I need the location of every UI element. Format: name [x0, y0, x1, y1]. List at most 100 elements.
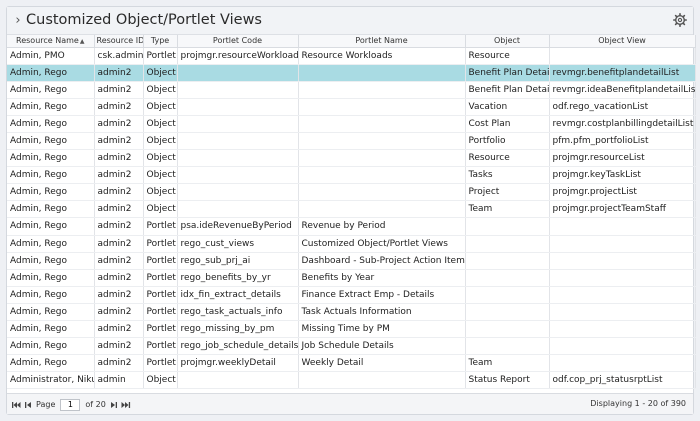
sort-ascending-icon: ▲ — [79, 38, 85, 46]
cell-resource-name: Admin, Rego — [7, 337, 95, 356]
cell-resource-name: Admin, Rego — [7, 320, 95, 339]
cell-portlet-name: Resource Workloads — [298, 47, 466, 65]
table-row[interactable]: Administrator, Niku admin Object Status Rep… — [7, 371, 696, 390]
cell-resource-id: csk.admin — [94, 47, 144, 65]
cell-object: Cost Plan — [465, 115, 550, 133]
cell-object-view — [549, 269, 696, 287]
cell-object-view: projmgr.projectTeamStaff — [549, 200, 696, 219]
last-page-icon[interactable] — [121, 399, 131, 411]
column-header-portlet-code[interactable]: Portlet Code — [177, 35, 299, 48]
cell-type: Portlet — [143, 286, 178, 304]
cell-type: Object — [143, 183, 178, 202]
cell-portlet-code: psa.ideRevenueByPeriod — [177, 217, 299, 236]
cell-portlet-name — [298, 183, 466, 202]
cell-portlet-code: projmgr.weeklyDetail — [177, 354, 299, 373]
cell-object: Vacation — [465, 98, 550, 116]
cell-type: Portlet — [143, 337, 178, 356]
cell-portlet-code — [177, 166, 299, 185]
cell-resource-name: Admin, Rego — [7, 269, 95, 287]
cell-portlet-code: rego_missing_by_pm — [177, 320, 299, 339]
table-row[interactable]: Admin, Rego admin2 Portlet psa.ideRevenueBy… — [7, 217, 696, 236]
cell-resource-id: admin — [94, 371, 144, 390]
chevron-right-icon[interactable]: › — [12, 14, 24, 28]
table-row[interactable]: Admin, Rego admin2 Object Benefit Plan Deta… — [7, 64, 696, 82]
cell-portlet-code — [177, 149, 299, 168]
cell-resource-name: Admin, Rego — [7, 149, 95, 168]
cell-resource-id: admin2 — [94, 252, 144, 270]
cell-object: Status Report — [465, 371, 550, 390]
cell-resource-id: admin2 — [94, 81, 144, 99]
cell-object-view — [549, 252, 696, 270]
cell-object — [465, 252, 550, 270]
table-row[interactable]: Admin, Rego admin2 Portlet idx_fin_extract_… — [7, 286, 696, 304]
column-header-resource-name[interactable]: Resource Name▲ — [7, 35, 95, 48]
cell-portlet-name — [298, 64, 466, 82]
column-header-resource-id[interactable]: Resource ID — [94, 35, 144, 48]
cell-resource-id: admin2 — [94, 286, 144, 304]
gear-icon[interactable] — [673, 13, 687, 27]
cell-type: Object — [143, 81, 178, 99]
cell-resource-name: Admin, Rego — [7, 98, 95, 116]
column-header-object-view[interactable]: Object View — [549, 35, 696, 48]
table-row[interactable]: Admin, Rego admin2 Portlet rego_cust_views C… — [7, 235, 696, 253]
cell-type: Portlet — [143, 303, 178, 322]
cell-portlet-name — [298, 149, 466, 168]
cell-portlet-code: rego_cust_views — [177, 235, 299, 253]
cell-resource-name: Admin, Rego — [7, 200, 95, 219]
cell-type: Object — [143, 132, 178, 151]
table-row[interactable]: Admin, Rego admin2 Portlet rego_benefits_by… — [7, 269, 696, 287]
cell-type: Portlet — [143, 252, 178, 270]
next-page-icon[interactable] — [109, 399, 119, 411]
cell-resource-id: admin2 — [94, 235, 144, 253]
table-row[interactable]: Admin, Rego admin2 Object Team projmgr.proje… — [7, 200, 696, 219]
table-row[interactable]: Admin, Rego admin2 Portlet projmgr.weeklyDe… — [7, 354, 696, 373]
table-row[interactable]: Admin, Rego admin2 Object Portfolio pfm.pfm_… — [7, 132, 696, 151]
cell-portlet-name: Finance Extract Emp - Details — [298, 286, 466, 304]
cell-type: Portlet — [143, 47, 178, 65]
cell-portlet-name — [298, 371, 466, 390]
column-header-portlet-name[interactable]: Portlet Name — [298, 35, 466, 48]
table-row[interactable]: Admin, Rego admin2 Portlet rego_sub_prj_ai D… — [7, 252, 696, 270]
column-header-type[interactable]: Type — [143, 35, 178, 48]
cell-portlet-name: Job Schedule Details — [298, 337, 466, 356]
cell-object-view — [549, 303, 696, 322]
table-row[interactable]: Admin, PMO csk.admin Portlet projmgr.resour… — [7, 47, 696, 65]
cell-object: Portfolio — [465, 132, 550, 151]
table-row[interactable]: Admin, Rego admin2 Object Cost Plan revmgr.c… — [7, 115, 696, 133]
cell-resource-id: admin2 — [94, 98, 144, 116]
portlet-panel: › Customized Object/Portlet Views Resour… — [6, 6, 696, 415]
table-row[interactable]: Admin, Rego admin2 Object Resource projmgr.r… — [7, 149, 696, 168]
cell-resource-name: Admin, Rego — [7, 235, 95, 253]
column-header-object[interactable]: Object — [465, 35, 550, 48]
cell-type: Object — [143, 371, 178, 390]
cell-portlet-name — [298, 98, 466, 116]
page-number-input[interactable] — [60, 398, 81, 411]
first-page-icon[interactable] — [11, 399, 21, 411]
table-row[interactable]: Admin, Rego admin2 Object Vacation odf.rego_… — [7, 98, 696, 116]
cell-object: Team — [465, 200, 550, 219]
cell-object: Benefit Plan Detail — [465, 64, 550, 82]
cell-type: Portlet — [143, 217, 178, 236]
table-row[interactable]: Admin, Rego admin2 Object Tasks projmgr.keyT… — [7, 166, 696, 185]
pagination-bar: Page of 20 Displaying 1 - 20 of 390 — [7, 393, 693, 414]
table-row[interactable]: Admin, Rego admin2 Portlet rego_job_schedul… — [7, 337, 696, 356]
table-row[interactable]: Admin, Rego admin2 Object Project projmgr.pr… — [7, 183, 696, 202]
table-row[interactable]: Admin, Rego admin2 Portlet rego_missing_by_… — [7, 320, 696, 339]
cell-portlet-code: idx_fin_extract_details — [177, 286, 299, 304]
cell-resource-id: admin2 — [94, 303, 144, 322]
cell-object-view — [549, 320, 696, 339]
cell-portlet-code: rego_task_actuals_info — [177, 303, 299, 322]
cell-resource-name: Admin, Rego — [7, 64, 95, 82]
cell-type: Portlet — [143, 354, 178, 373]
cell-portlet-code: rego_benefits_by_yr — [177, 269, 299, 287]
table-row[interactable]: Admin, Rego admin2 Portlet rego_task_actual… — [7, 303, 696, 322]
previous-page-icon[interactable] — [23, 399, 33, 411]
cell-portlet-code: projmgr.resourceWorkloads — [177, 47, 299, 65]
cell-object: Tasks — [465, 166, 550, 185]
cell-object — [465, 269, 550, 287]
cell-object-view: projmgr.projectList — [549, 183, 696, 202]
portlet-header: › Customized Object/Portlet Views — [7, 7, 693, 35]
cell-object: Resource — [465, 47, 550, 65]
cell-resource-name: Admin, Rego — [7, 115, 95, 133]
table-row[interactable]: Admin, Rego admin2 Object Benefit Plan Deta… — [7, 81, 696, 99]
